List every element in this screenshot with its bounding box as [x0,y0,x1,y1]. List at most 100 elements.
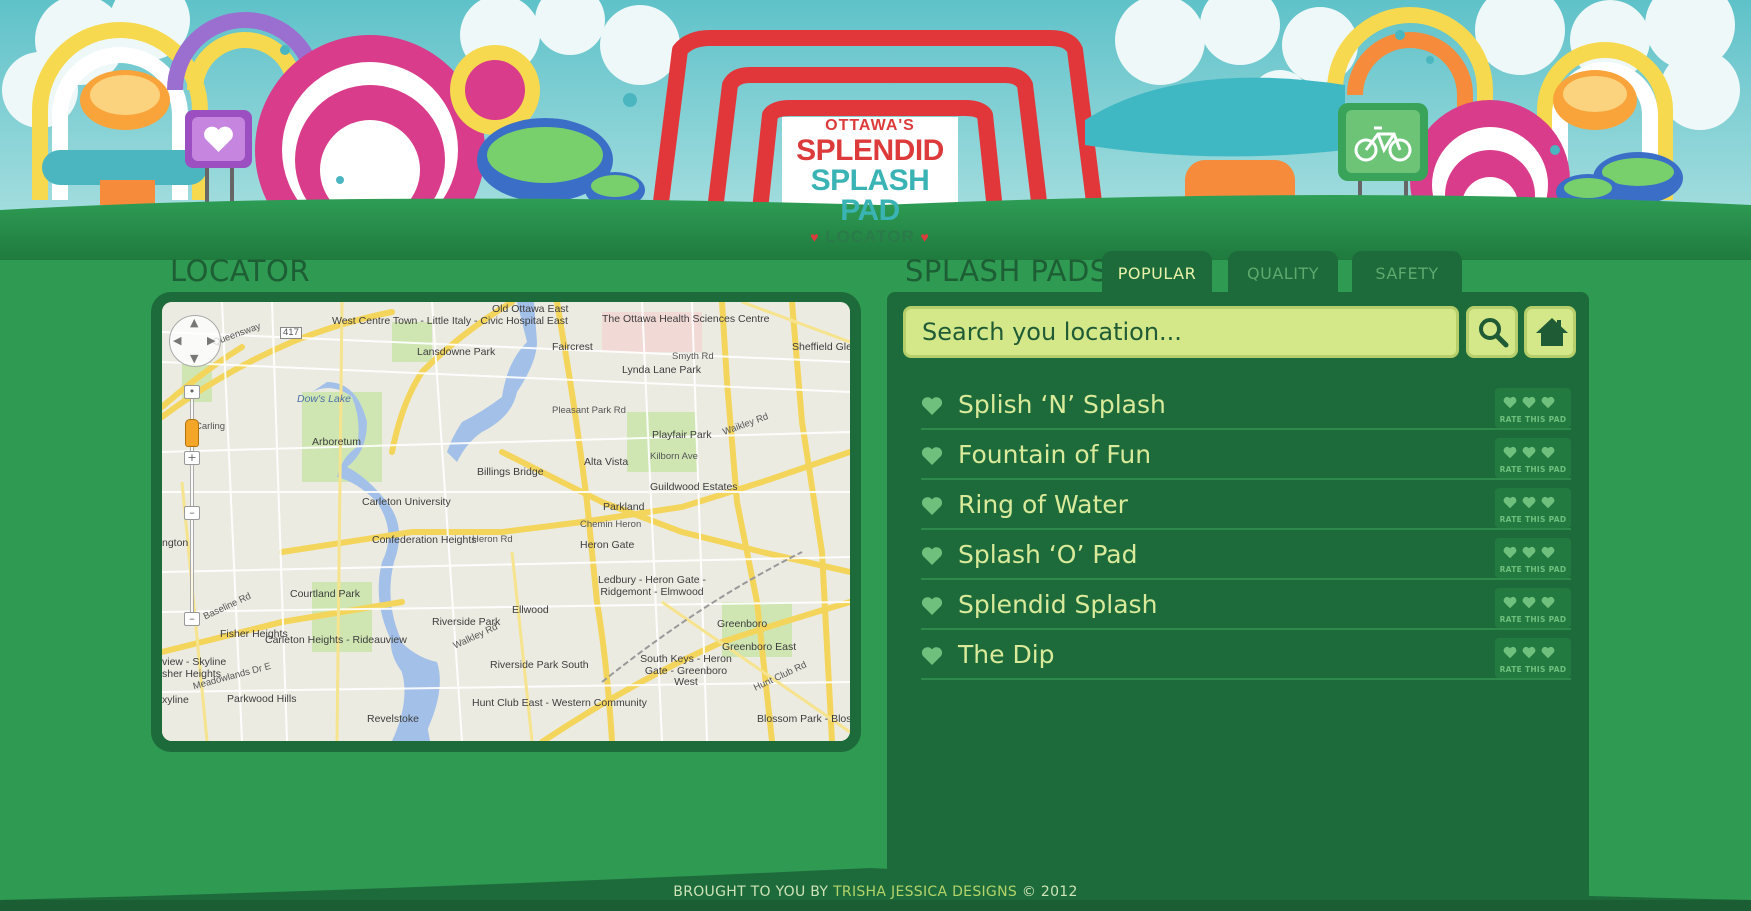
rating-heart-icon[interactable] [1541,596,1555,609]
map-label: Guildwood Estates [650,481,738,493]
pan-left-icon[interactable]: ◀ [173,334,181,347]
rating-heart-icon[interactable] [1503,496,1517,509]
map-label: view - Skyline [162,656,227,668]
map-zoom-home-icon[interactable]: • [184,385,200,399]
map-label: Parkwood Hills [227,693,297,705]
map-canvas[interactable] [162,302,850,741]
pan-down-icon[interactable]: ▼ [190,352,198,365]
rating-heart-icon[interactable] [1503,396,1517,409]
rating-heart-icon[interactable] [1541,396,1555,409]
pad-name[interactable]: Ring of Water [958,490,1128,519]
tab-popular[interactable]: POPULAR [1102,251,1212,295]
map-pan-control[interactable]: ▲ ▼ ◀ ▶ [169,315,221,367]
pad-name[interactable]: Splash ‘O’ Pad [958,540,1137,569]
map-view[interactable]: West Centre Town - Little Italy - Civic … [162,302,850,741]
map-label: Carleton University [362,496,451,508]
street-view-pegman-icon[interactable] [185,419,199,447]
locator-heading: LOCATOR [170,254,310,288]
map-label: Dow's Lake [297,393,351,405]
pad-name[interactable]: Splish ‘N’ Splash [958,390,1166,419]
map-label: Arboretum [312,436,362,448]
rating-heart-icon[interactable] [1503,446,1517,459]
rating-heart-icon[interactable] [1541,546,1555,559]
rate-this-pad[interactable]: RATE THIS PAD [1495,388,1571,428]
list-item[interactable]: Fountain of Fun RATE THIS PAD [921,432,1571,480]
rate-this-pad[interactable]: RATE THIS PAD [1495,438,1571,478]
footer-author-link[interactable]: TRISHA JESSICA DESIGNS [833,884,1017,900]
location-search-input[interactable] [903,306,1459,358]
map-label: Playfair Park [652,429,712,441]
rate-this-pad[interactable]: RATE THIS PAD [1495,638,1571,678]
map-label: Blossom Park - Blossom Park [757,713,850,725]
rate-this-pad[interactable]: RATE THIS PAD [1495,538,1571,578]
map-label: Alta Vista [584,456,629,468]
rate-this-pad[interactable]: RATE THIS PAD [1495,588,1571,628]
map-zoom-level-handle[interactable]: – [184,506,200,520]
rating-heart-icon[interactable] [1503,646,1517,659]
footer-copyright: © 2012 [1021,884,1078,900]
list-item[interactable]: The Dip RATE THIS PAD [921,632,1571,680]
rating-heart-icon[interactable] [1503,596,1517,609]
map-road-label: Smyth Rd [672,351,714,362]
search-icon [1479,318,1509,348]
heart-icon [921,447,943,465]
map-zoom-in-button[interactable]: + [184,451,200,465]
splash-pad-list: Splish ‘N’ Splash RATE THIS PAD Fountain… [921,382,1571,682]
pan-right-icon[interactable]: ▶ [207,334,215,347]
map-label: Revelstoke [367,713,419,725]
tab-safety[interactable]: SAFETY [1352,251,1462,295]
rate-label: RATE THIS PAD [1499,615,1567,624]
list-item[interactable]: Splish ‘N’ Splash RATE THIS PAD [921,382,1571,430]
map-label: Parkland [603,501,645,513]
rating-heart-icon[interactable] [1503,546,1517,559]
rating-heart-icon[interactable] [1522,396,1536,409]
logo-locator-text: LOCATOR [825,227,915,246]
map-label: Lynda Lane Park [622,364,702,376]
map-road-label: Pleasant Park Rd [552,405,626,416]
rate-label: RATE THIS PAD [1499,415,1567,424]
home-button[interactable] [1524,306,1576,358]
list-item[interactable]: Ring of Water RATE THIS PAD [921,482,1571,530]
map-label: Ellwood [512,604,549,616]
map-label: sher Heights [162,668,221,680]
splash-pads-heading: SPLASH PADS [905,254,1109,288]
map-label: Sheffield Glen [792,341,850,353]
rating-heart-icon[interactable] [1541,446,1555,459]
map-label: Lansdowne Park [417,346,496,358]
map-label: Hunt Club East - Western Community [472,697,647,709]
heart-icon: ♥ [810,229,820,245]
pad-name[interactable]: Fountain of Fun [958,440,1151,469]
rate-this-pad[interactable]: RATE THIS PAD [1495,488,1571,528]
list-item[interactable]: Splendid Splash RATE THIS PAD [921,582,1571,630]
rating-heart-icon[interactable] [1522,596,1536,609]
map-label: Ledbury - Heron Gate - Ridgemont - Elmwo… [598,574,706,598]
rating-heart-icon[interactable] [1522,646,1536,659]
rating-heart-icon[interactable] [1541,646,1555,659]
rating-heart-icon[interactable] [1522,546,1536,559]
search-button[interactable] [1466,306,1518,358]
logo-title-locator: ♥ LOCATOR ♥ [790,228,950,245]
heart-icon [921,647,943,665]
logo-title-splash-pad: SPLASH PAD [810,164,930,227]
rating-heart-icon[interactable] [1522,446,1536,459]
tab-quality[interactable]: QUALITY [1228,251,1338,295]
list-item[interactable]: Splash ‘O’ Pad RATE THIS PAD [921,532,1571,580]
map-zoom-out-button[interactable]: – [184,612,200,626]
rating-heart-icon[interactable] [1541,496,1555,509]
map-road-label: Kilborn Ave [650,451,698,462]
pad-name[interactable]: Splendid Splash [958,590,1157,619]
map-label: Confederation Heights [372,534,477,546]
logo-subtitle: OTTAWA'S [825,117,915,134]
map-label: ngton [162,537,189,549]
map-label: Riverside Park South [490,659,589,671]
map-label: South Keys - Heron Gate - Greenboro West [640,653,732,689]
rate-label: RATE THIS PAD [1499,665,1567,674]
highway-shield: 417 [280,327,302,340]
pan-up-icon[interactable]: ▲ [190,316,198,329]
map-label: Billings Bridge [477,466,544,478]
rating-heart-icon[interactable] [1522,496,1536,509]
pad-name[interactable]: The Dip [958,640,1055,669]
map-label: Greenboro [717,618,768,630]
site-logo[interactable]: OTTAWA'S SPLENDID SPLASH PAD ♥ LOCATOR ♥ [790,117,950,246]
map-road-label: Carling [195,421,226,432]
